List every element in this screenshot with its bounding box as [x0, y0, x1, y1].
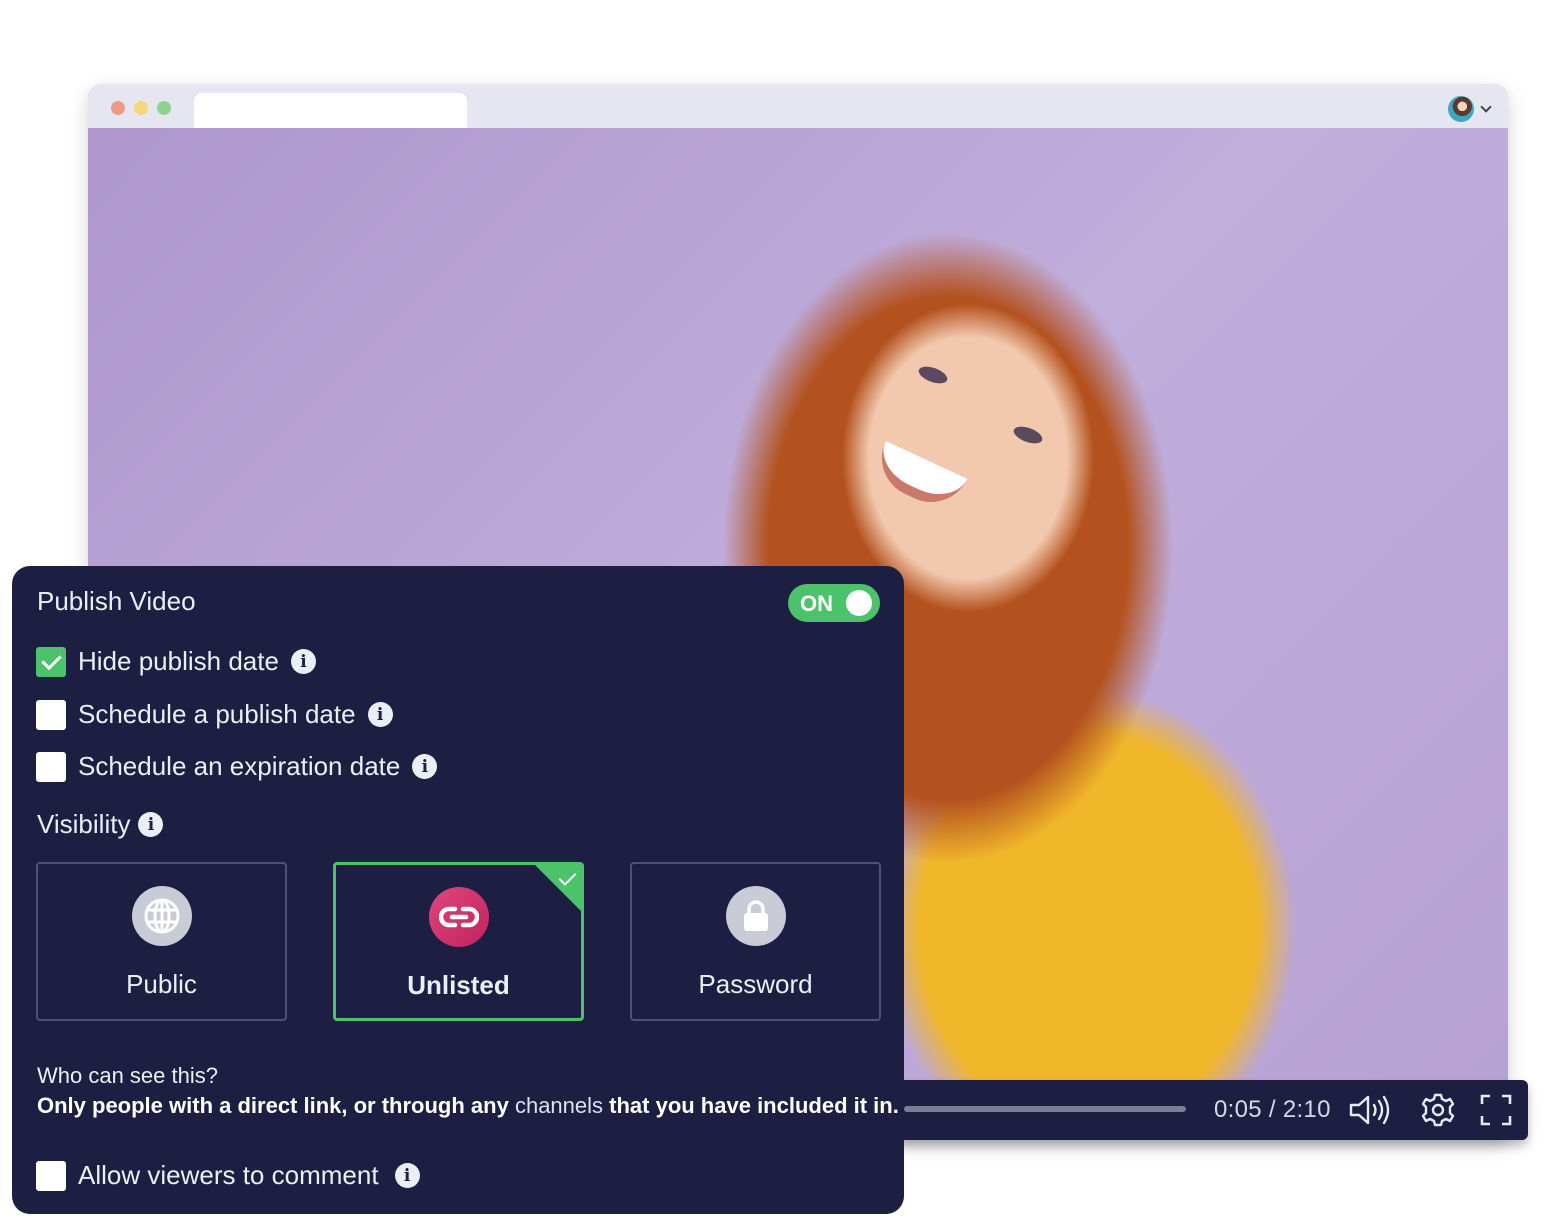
option-label: Schedule an expiration date	[78, 751, 401, 781]
visibility-label: Visibility	[37, 809, 131, 839]
allow-comments-checkbox[interactable]	[36, 1160, 66, 1191]
schedule-publish-date-option[interactable]: Schedule a publish date i	[36, 699, 393, 730]
who-can-see-answer: Only people with a direct link, or throu…	[37, 1093, 899, 1119]
visibility-heading: Visibility i	[37, 809, 164, 840]
visibility-option-public[interactable]: Public	[36, 862, 287, 1021]
browser-titlebar	[88, 84, 1508, 128]
answer-text: Only people with a direct link, or throu…	[37, 1093, 515, 1118]
chevron-down-icon[interactable]	[1480, 101, 1492, 113]
link-icon	[428, 887, 489, 947]
allow-comments-option[interactable]: Allow viewers to comment i	[36, 1160, 420, 1191]
answer-text: that you have included it in.	[603, 1093, 899, 1118]
minimize-window-button[interactable]	[134, 101, 148, 115]
schedule-expiration-date-option[interactable]: Schedule an expiration date i	[36, 751, 438, 782]
progress-bar[interactable]	[904, 1106, 1186, 1112]
info-icon[interactable]: i	[367, 702, 393, 727]
option-label: Allow viewers to comment	[78, 1160, 379, 1190]
info-icon[interactable]: i	[412, 754, 438, 779]
option-label: Schedule a publish date	[78, 699, 356, 729]
selected-corner-badge	[533, 865, 581, 913]
player-control-bar: 0:05 / 2:10	[900, 1080, 1528, 1140]
visibility-option-label: Public	[126, 969, 197, 999]
schedule-publish-date-checkbox[interactable]	[36, 699, 66, 730]
globe-icon	[131, 886, 192, 946]
settings-button[interactable]	[1416, 1092, 1460, 1128]
publish-video-panel: Publish Video ON Hide publish date i Sch…	[12, 566, 904, 1214]
video-subject-eye	[1011, 423, 1045, 447]
publish-toggle[interactable]: ON	[788, 584, 880, 622]
hide-publish-date-checkbox[interactable]	[36, 646, 66, 677]
fullscreen-button[interactable]	[1474, 1092, 1518, 1128]
account-menu[interactable]	[1448, 96, 1492, 122]
visibility-option-unlisted[interactable]: Unlisted	[333, 862, 584, 1021]
user-avatar[interactable]	[1448, 96, 1474, 122]
fullscreen-icon	[1480, 1094, 1512, 1126]
visibility-option-label: Unlisted	[407, 970, 510, 1000]
video-subject-smile	[868, 440, 968, 516]
time-display: 0:05 / 2:10	[1214, 1096, 1331, 1123]
browser-tab[interactable]	[194, 93, 467, 128]
option-label: Hide publish date	[78, 646, 279, 676]
info-icon[interactable]: i	[290, 649, 316, 674]
maximize-window-button[interactable]	[157, 101, 171, 115]
who-can-see-question: Who can see this?	[37, 1063, 218, 1088]
info-icon[interactable]: i	[138, 812, 164, 837]
visibility-option-password[interactable]: Password	[630, 862, 881, 1021]
settings-gear-icon	[1421, 1093, 1455, 1127]
channels-link[interactable]: channels	[515, 1093, 603, 1118]
lock-icon	[725, 886, 786, 946]
toggle-label: ON	[800, 591, 833, 616]
info-icon[interactable]: i	[394, 1163, 420, 1188]
panel-title: Publish Video	[37, 586, 196, 616]
volume-button[interactable]	[1348, 1092, 1392, 1128]
volume-icon	[1349, 1095, 1390, 1125]
visibility-option-label: Password	[698, 969, 813, 999]
schedule-expiration-date-checkbox[interactable]	[36, 751, 66, 782]
toggle-knob	[846, 590, 872, 616]
video-subject-eye	[916, 363, 950, 387]
close-window-button[interactable]	[111, 101, 125, 115]
hide-publish-date-option[interactable]: Hide publish date i	[36, 646, 316, 677]
